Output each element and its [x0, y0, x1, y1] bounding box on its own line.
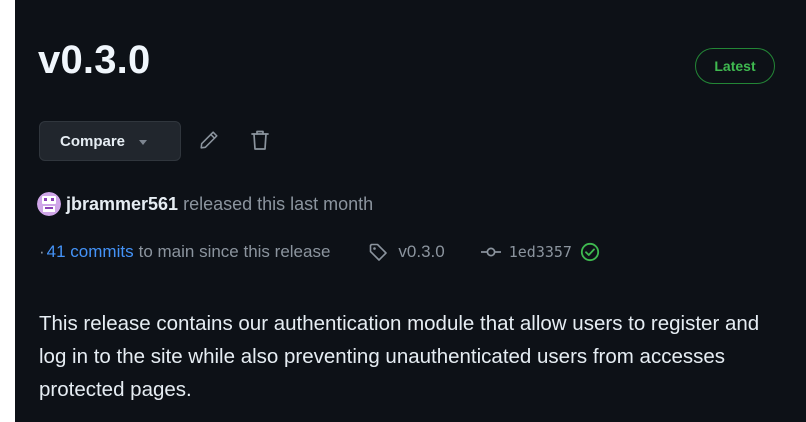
delete-release-button[interactable] — [246, 126, 274, 154]
trash-icon — [251, 130, 269, 150]
tag-link[interactable]: v0.3.0 — [368, 242, 445, 262]
compare-button[interactable]: Compare — [39, 121, 181, 161]
commits-since-text: to main since this release — [138, 242, 331, 261]
release-panel: v0.3.0 Latest Compare jbrammer561 releas… — [15, 0, 806, 422]
compare-button-label: Compare — [60, 132, 126, 150]
latest-badge: Latest — [695, 48, 775, 84]
avatar[interactable] — [37, 192, 61, 216]
author-link[interactable]: jbrammer561 — [66, 194, 178, 215]
released-text: released this last month — [183, 193, 374, 214]
commits-link[interactable]: 41 commits — [47, 242, 134, 262]
commits-separator: · — [39, 242, 45, 261]
release-description: This release contains our authentication… — [39, 312, 760, 401]
git-commit-icon — [480, 247, 501, 257]
release-meta-row: · 41 commits to main since this release … — [39, 240, 600, 264]
edit-release-button[interactable] — [195, 126, 223, 154]
commit-sha: 1ed3357 — [508, 243, 572, 261]
chevron-down-icon — [139, 139, 148, 145]
commit-link[interactable]: 1ed3357 — [480, 242, 600, 262]
release-author-row: jbrammer561 released this last month — [37, 191, 373, 217]
tag-label: v0.3.0 — [398, 242, 445, 261]
release-title[interactable]: v0.3.0 — [38, 36, 150, 84]
check-circle-icon[interactable] — [580, 242, 600, 262]
tag-icon — [370, 243, 388, 261]
pencil-icon — [200, 131, 218, 149]
